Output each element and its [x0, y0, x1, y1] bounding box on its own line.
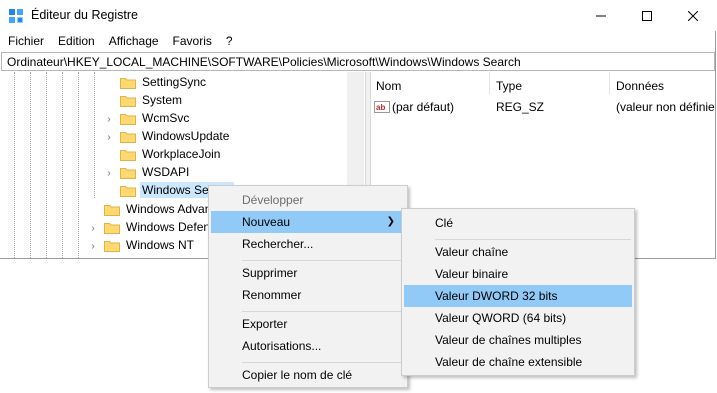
- folder-icon: [104, 203, 120, 216]
- submenu-item-dword-value[interactable]: Valeur DWORD 32 bits: [404, 285, 632, 307]
- minimize-icon: [596, 15, 606, 16]
- tree-item-label: Windows NT: [126, 238, 195, 252]
- tree-item-label: WorkplaceJoin: [142, 147, 221, 161]
- tree-context-menu: Développer Nouveau ❯ Rechercher... Suppr…: [208, 185, 408, 388]
- chevron-right-icon[interactable]: ›: [89, 223, 97, 234]
- tree-item-label: WindowsUpdate: [142, 129, 230, 143]
- menu-item-rename[interactable]: Renommer: [211, 284, 405, 306]
- menu-separator: [242, 260, 404, 261]
- menu-file[interactable]: Fichier: [0, 31, 51, 51]
- value-type: REG_SZ: [496, 100, 545, 114]
- menu-edit[interactable]: Edition: [51, 31, 102, 51]
- tree-item-label: WSDAPI: [142, 165, 190, 179]
- tree-item-label: System: [142, 93, 183, 107]
- tree-item-wsdapi[interactable]: WSDAPI: [120, 163, 191, 181]
- value-name[interactable]: (par défaut): [392, 100, 454, 114]
- tree-guide-line: [14, 72, 15, 258]
- menu-item-permissions[interactable]: Autorisations...: [211, 335, 405, 357]
- menu-view[interactable]: Affichage: [102, 31, 166, 51]
- column-header-data[interactable]: Données: [609, 72, 715, 94]
- menu-favorites[interactable]: Favoris: [166, 31, 219, 51]
- tree-item-windowsupdate[interactable]: WindowsUpdate: [120, 127, 231, 145]
- folder-icon: [120, 76, 136, 89]
- tree-item-label: SettingSync: [142, 75, 207, 89]
- new-submenu: Clé Valeur chaîne Valeur binaire Valeur …: [401, 208, 635, 376]
- chevron-right-icon[interactable]: ›: [105, 114, 113, 125]
- menu-item-new[interactable]: Nouveau ❯: [211, 211, 405, 233]
- tree-guide-line: [94, 72, 95, 198]
- tree-guide-line: [30, 72, 31, 258]
- column-header-type[interactable]: Type: [489, 72, 609, 94]
- chevron-right-icon[interactable]: ›: [89, 241, 97, 252]
- menu-item-expand[interactable]: Développer: [211, 189, 405, 211]
- minimize-button[interactable]: [578, 0, 624, 31]
- folder-icon: [120, 94, 136, 107]
- menu-help[interactable]: ?: [219, 31, 240, 51]
- menu-item-delete[interactable]: Supprimer: [211, 262, 405, 284]
- string-value-ab-icon: ab: [374, 101, 390, 113]
- submenu-item-binary-value[interactable]: Valeur binaire: [404, 263, 632, 285]
- menu-separator: [242, 311, 404, 312]
- tree-item-workplacejoin[interactable]: WorkplaceJoin: [120, 145, 222, 163]
- folder-icon: [120, 184, 136, 197]
- window-title: Éditeur du Registre: [31, 8, 139, 22]
- tree-guide-line: [46, 72, 47, 258]
- chevron-right-icon[interactable]: ›: [105, 132, 113, 143]
- menu-item-export[interactable]: Exporter: [211, 313, 405, 335]
- tree-item-label: WcmSvc: [142, 111, 190, 125]
- registry-editor-icon: [9, 9, 23, 23]
- menu-item-copy-key-name[interactable]: Copier le nom de clé: [211, 364, 405, 386]
- submenu-item-multi-string-value[interactable]: Valeur de chaînes multiples: [404, 329, 632, 351]
- chevron-right-icon: ❯: [386, 216, 395, 227]
- folder-icon: [120, 148, 136, 161]
- tree-item-wcmsvc[interactable]: WcmSvc: [120, 109, 191, 127]
- folder-icon: [104, 239, 120, 252]
- submenu-item-string-value[interactable]: Valeur chaîne: [404, 241, 632, 263]
- maximize-icon: [642, 10, 652, 21]
- tree-item-windows-nt[interactable]: Windows NT: [104, 236, 196, 254]
- chevron-right-icon[interactable]: ›: [105, 168, 113, 179]
- svg-text:ab: ab: [376, 103, 385, 112]
- tree-guide-line: [78, 72, 79, 258]
- tree-item-settingsync[interactable]: SettingSync: [120, 73, 208, 91]
- menu-item-find[interactable]: Rechercher...: [211, 233, 405, 255]
- submenu-item-qword-value[interactable]: Valeur QWORD (64 bits): [404, 307, 632, 329]
- tree-guide-line: [62, 72, 63, 258]
- value-data: (valeur non définie): [616, 100, 715, 114]
- close-button[interactable]: [670, 0, 716, 31]
- menu-separator: [435, 239, 631, 240]
- close-icon: [688, 10, 698, 21]
- folder-icon: [120, 112, 136, 125]
- title-bar: Éditeur du Registre: [0, 0, 716, 31]
- tree-item-system[interactable]: System: [120, 91, 184, 109]
- submenu-item-key[interactable]: Clé: [404, 212, 632, 234]
- menu-separator: [242, 362, 404, 363]
- folder-icon: [120, 166, 136, 179]
- menu-item-label: Nouveau: [242, 215, 291, 229]
- address-bar[interactable]: Ordinateur\HKEY_LOCAL_MACHINE\SOFTWARE\P…: [1, 52, 715, 71]
- folder-icon: [120, 130, 136, 143]
- folder-icon: [104, 221, 120, 234]
- submenu-item-expandable-string-value[interactable]: Valeur de chaîne extensible: [404, 351, 632, 373]
- column-header-name[interactable]: Nom: [369, 72, 489, 94]
- menu-bar: Fichier Edition Affichage Favoris ?: [0, 31, 716, 51]
- maximize-button[interactable]: [624, 0, 670, 31]
